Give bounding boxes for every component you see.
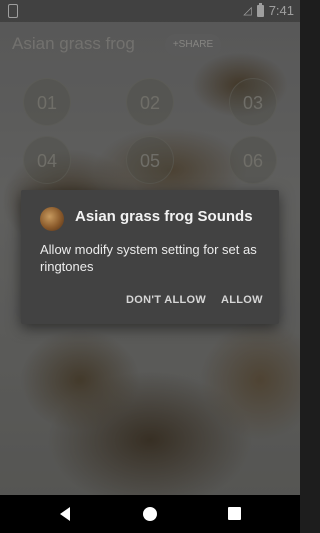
back-icon[interactable] (60, 507, 70, 521)
app-icon (40, 207, 64, 231)
dialog-message: Allow modify system setting for set as r… (40, 242, 257, 274)
recents-icon[interactable] (228, 507, 241, 520)
permission-dialog: Asian grass frog Sounds Allow modify sys… (21, 190, 279, 324)
home-icon[interactable] (143, 507, 157, 521)
dont-allow-button[interactable]: DON'T ALLOW (126, 294, 206, 306)
dialog-title: Asian grass frog Sounds (75, 208, 253, 225)
navigation-bar (0, 495, 300, 533)
allow-button[interactable]: ALLOW (221, 294, 263, 306)
